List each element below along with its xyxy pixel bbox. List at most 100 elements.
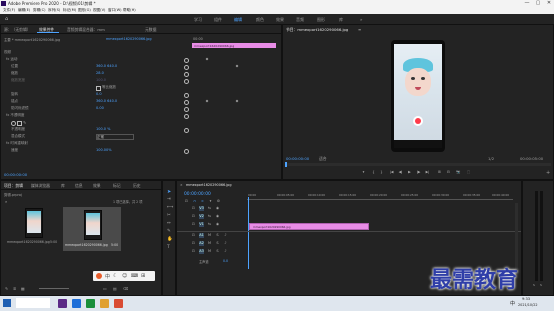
ripple-edit-tool-icon[interactable]: ⟷ <box>167 205 173 210</box>
sync-lock-icon[interactable]: ⇆ <box>207 206 212 211</box>
sequence-clip-label[interactable]: mmexport1620290066.jpg <box>106 37 152 41</box>
project-item-selected[interactable]: mmexport1620290066.jpg 5:00 <box>63 207 121 251</box>
row-motion[interactable]: fx 运动 <box>1 57 189 63</box>
track-select-tool-icon[interactable]: ⇥ <box>167 197 171 202</box>
tab-libraries[interactable]: 库 <box>61 183 65 189</box>
lock-icon[interactable]: ⊡ <box>191 233 196 238</box>
compare-view-button[interactable]: ⬚ <box>466 170 471 175</box>
solo-icon[interactable]: S <box>215 249 220 254</box>
emoji-icon[interactable]: ☺ <box>122 273 127 279</box>
browser-taskbar-icon[interactable] <box>72 299 81 308</box>
add-marker-button[interactable]: ▾ <box>361 170 366 175</box>
playhead[interactable] <box>285 162 287 167</box>
row-opacity[interactable]: 不透明度 100.0 % <box>1 127 189 133</box>
reset-icon[interactable] <box>184 71 189 77</box>
close-button[interactable]: ✕ <box>544 0 554 7</box>
program-menu-icon[interactable]: ≡ <box>358 27 361 32</box>
mute-icon[interactable]: M <box>207 249 212 254</box>
icon-view-icon[interactable]: ▦ <box>21 286 25 291</box>
track-label[interactable]: V3 <box>199 206 204 211</box>
menu-window[interactable]: 窗口(W) <box>108 8 122 13</box>
effect-controls-timecode[interactable]: 00:00:00:00 <box>4 172 27 177</box>
workspace-libraries[interactable]: 库 <box>339 17 343 23</box>
fit-select[interactable]: 适合 <box>319 156 327 162</box>
track-label[interactable]: V2 <box>199 214 204 219</box>
tab-markers[interactable]: 标记 <box>113 183 121 189</box>
timeline-clip[interactable]: mmexport1620290066.jpg <box>249 223 369 230</box>
program-scrubber[interactable] <box>285 162 551 167</box>
premiere-taskbar-icon[interactable] <box>58 299 67 308</box>
type-tool-icon[interactable]: T <box>167 245 170 250</box>
lock-icon[interactable]: ⊡ <box>191 206 196 211</box>
speed-value[interactable]: 100.00% <box>96 148 112 152</box>
timeline-timecode[interactable]: 00:00:00:00 <box>184 192 211 197</box>
step-back-button[interactable]: ◀| <box>398 170 403 175</box>
reset-icon[interactable] <box>184 92 189 98</box>
play-button[interactable]: ▶ <box>407 170 412 175</box>
row-uniform-scale[interactable]: 等比缩放 <box>1 85 189 91</box>
menu-clip[interactable]: 剪辑(C) <box>33 8 46 13</box>
wechat-taskbar-icon[interactable] <box>86 299 95 308</box>
mark-in-button[interactable]: { <box>371 170 376 175</box>
timeline-scrollbar[interactable] <box>515 203 518 269</box>
search-icon[interactable]: ⌕ <box>5 199 7 204</box>
track-label[interactable]: A2 <box>199 241 204 246</box>
track-label[interactable]: A3 <box>199 249 204 254</box>
mic-icon[interactable]: ♪ <box>223 241 228 246</box>
blend-mode-select[interactable]: 正常 <box>96 134 134 140</box>
workspace-audio[interactable]: 音频 <box>296 17 304 23</box>
ellipse-mask-icon[interactable] <box>11 120 16 126</box>
workspace-more[interactable]: » <box>360 17 362 22</box>
tab-media-browser[interactable]: 媒体浏览器 <box>31 183 50 189</box>
menu-edit[interactable]: 编辑(E) <box>18 8 30 13</box>
eye-icon[interactable]: ◉ <box>215 206 220 211</box>
resolution-select[interactable]: 1/2 <box>488 156 494 161</box>
pen-tool-icon[interactable]: ✎ <box>167 229 171 234</box>
rotation-value[interactable]: 0.0 <box>96 92 102 96</box>
button-editor-icon[interactable]: + <box>546 170 550 176</box>
track-label[interactable]: V1 <box>199 222 204 227</box>
lock-icon[interactable]: ⊡ <box>191 241 196 246</box>
rect-mask-icon[interactable] <box>17 120 22 126</box>
nest-icon[interactable]: ⊡ <box>184 199 189 204</box>
scale-value[interactable]: 28.0 <box>96 71 104 75</box>
menu-marker[interactable]: 标记(M) <box>63 8 76 13</box>
time-ruler[interactable]: 00:00 00:00:05:00 00:00:10:00 00:00:15:0… <box>247 191 513 201</box>
row-speed[interactable]: 速度 100.00% <box>1 148 189 154</box>
go-to-in-button[interactable]: |◀ <box>389 170 394 175</box>
solo-icon[interactable]: S <box>215 233 220 238</box>
track-label[interactable]: A1 <box>199 233 204 238</box>
row-blend-mode[interactable]: 混合模式 正常 <box>1 134 189 140</box>
mute-icon[interactable]: M <box>207 241 212 246</box>
reset-icon[interactable] <box>184 106 189 112</box>
lock-icon[interactable]: ⊡ <box>191 222 196 227</box>
minimize-button[interactable]: — <box>522 0 532 7</box>
position-value[interactable]: 360.0 640.0 <box>96 64 117 68</box>
maximize-button[interactable]: ▢ <box>533 0 543 7</box>
menu-help[interactable]: 帮助(H) <box>123 8 136 13</box>
keyframe-icon[interactable] <box>205 57 209 61</box>
project-item[interactable]: mmexport1620290066.jpg 5:00 <box>7 206 59 246</box>
workspace-editing[interactable]: 编辑 <box>234 17 242 23</box>
uniform-scale-checkbox[interactable] <box>96 85 101 91</box>
workspace-learn[interactable]: 学习 <box>194 17 202 23</box>
row-scale[interactable]: 缩放 28.0 <box>1 71 189 77</box>
app-taskbar-icon[interactable] <box>114 299 123 308</box>
keyframe-icon[interactable] <box>235 64 239 68</box>
tab-audio-clip-mixer[interactable]: 音频剪辑混合器：mm <box>67 27 105 33</box>
anti-flicker-value[interactable]: 0.00 <box>96 106 104 110</box>
reset-icon[interactable] <box>184 57 189 63</box>
linked-selection-icon[interactable]: ∞ <box>200 199 205 204</box>
moon-icon[interactable]: ☾ <box>113 273 117 279</box>
sync-lock-icon[interactable]: ⇆ <box>207 214 212 219</box>
anchor-value[interactable]: 360.0 640.0 <box>96 99 117 103</box>
menu-view[interactable]: 视图(V) <box>93 8 105 13</box>
step-forward-button[interactable]: |▶ <box>416 170 421 175</box>
selection-tool-icon[interactable]: ➤ <box>167 189 171 195</box>
timeline-tab[interactable]: mmexport1620290066.jpg <box>186 183 232 187</box>
input-method-icon[interactable]: 中 <box>105 273 110 280</box>
start-icon[interactable] <box>3 299 11 307</box>
search-box[interactable] <box>16 298 50 308</box>
row-anchor[interactable]: 锚点 360.0 640.0 <box>1 99 189 105</box>
solo-icon[interactable]: S <box>215 241 220 246</box>
